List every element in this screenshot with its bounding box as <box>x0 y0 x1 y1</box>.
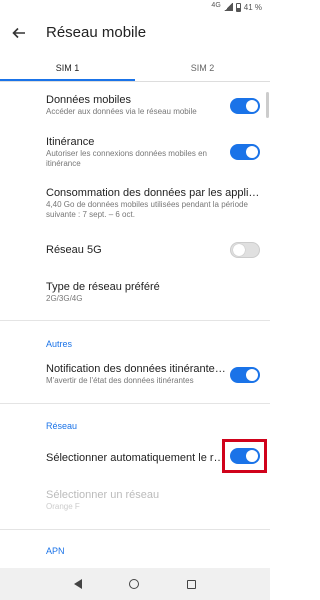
data-usage-item[interactable]: Consommation des données par les applica… <box>46 186 262 220</box>
roaming-subtitle: Autoriser les connexions données mobiles… <box>46 149 207 168</box>
data-usage-subtitle: 4,40 Go de données mobiles utilisées pen… <box>46 200 248 219</box>
network-5g-title: Réseau 5G <box>46 244 102 256</box>
divider <box>0 320 270 321</box>
auto-select-network-item[interactable]: Sélectionner automatiquement le ré… <box>46 451 226 465</box>
tab-sim2[interactable]: SIM 2 <box>135 56 270 81</box>
mobile-data-subtitle: Accéder aux données via le réseau mobile <box>46 107 197 116</box>
tab-sim1[interactable]: SIM 1 <box>0 56 135 81</box>
roaming-notification-item[interactable]: Notification des données itinérantes… M'… <box>46 362 226 386</box>
mobile-data-item[interactable]: Données mobiles Accéder aux données via … <box>46 93 226 117</box>
highlight-box <box>222 439 267 473</box>
scrollbar[interactable] <box>266 92 269 118</box>
nav-back-icon[interactable] <box>73 579 82 589</box>
navigation-bar <box>0 568 270 600</box>
mobile-data-title: Données mobiles <box>46 94 131 106</box>
network-5g-toggle[interactable] <box>230 242 260 258</box>
signal-icon <box>223 3 233 11</box>
arrow-back-icon[interactable] <box>12 26 26 40</box>
data-usage-title: Consommation des données par les applica… <box>46 187 262 199</box>
roaming-item[interactable]: Itinérance Autoriser les connexions donn… <box>46 135 226 169</box>
auto-select-network-title: Sélectionner automatiquement le ré… <box>46 452 226 464</box>
select-network-subtitle: Orange F <box>46 502 80 511</box>
sim-tabs: SIM 1 SIM 2 <box>0 56 270 82</box>
select-network-title: Sélectionner un réseau <box>46 489 160 501</box>
nav-home-icon[interactable] <box>129 579 140 589</box>
app-bar: Réseau mobile <box>0 14 270 54</box>
battery-level: 41 % <box>243 2 262 12</box>
section-header-apn: APN <box>46 546 65 556</box>
network-type-item[interactable]: Type de réseau préféré 2G/3G/4G <box>46 280 226 304</box>
page-title: Réseau mobile <box>46 24 147 41</box>
divider <box>0 403 270 404</box>
mobile-data-toggle[interactable] <box>230 98 260 114</box>
roaming-title: Itinérance <box>46 136 95 148</box>
select-network-item: Sélectionner un réseau Orange F <box>46 488 226 512</box>
roaming-notification-toggle[interactable] <box>230 367 260 383</box>
divider <box>0 529 270 530</box>
roaming-toggle[interactable] <box>230 144 260 160</box>
network-type-title: Type de réseau préféré <box>46 281 160 293</box>
network-type-indicator: 4G <box>211 1 221 9</box>
roaming-notification-subtitle: M'avertir de l'état des données itinéran… <box>46 376 194 385</box>
nav-recents-icon[interactable] <box>187 579 197 589</box>
section-header-network: Réseau <box>46 421 78 431</box>
network-type-subtitle: 2G/3G/4G <box>46 294 83 303</box>
battery-icon <box>235 2 241 12</box>
roaming-notification-title: Notification des données itinérantes… <box>46 363 226 375</box>
status-bar: 4G 41 % <box>0 0 270 14</box>
network-5g-item[interactable]: Réseau 5G <box>46 243 226 257</box>
section-header-others: Autres <box>46 339 73 349</box>
